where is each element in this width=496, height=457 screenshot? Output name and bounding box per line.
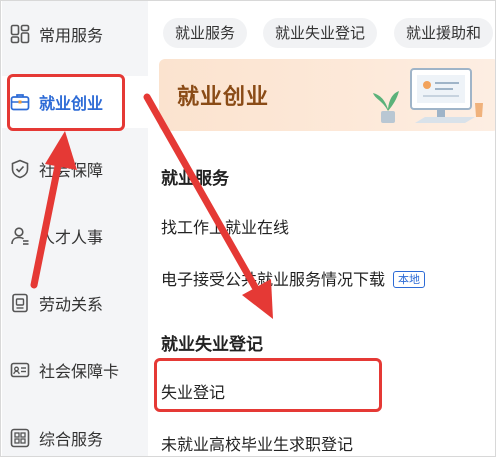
chip-employment-assistance[interactable]: 就业援助和	[394, 18, 494, 48]
category-banner: 就业创业	[159, 59, 495, 131]
sidebar-item-label: 社会保障卡	[39, 362, 120, 381]
link-graduate-job-registration[interactable]: 未就业高校毕业生求职登记	[161, 431, 353, 455]
person-icon	[11, 227, 29, 245]
sidebar-item-label: 常用服务	[39, 26, 104, 45]
sidebar-item-talent-personnel[interactable]: 人才人事	[2, 210, 148, 262]
category-sidebar: 常用服务 就业创业 社会保障 人才人事 劳动关系 社会保障卡 综合服务	[2, 1, 148, 456]
sidebar-item-label: 人才人事	[39, 228, 104, 247]
grid-icon	[10, 24, 30, 44]
section-title-employment-services: 就业服务	[161, 169, 229, 189]
id-card-icon	[10, 362, 30, 378]
document-icon	[12, 293, 28, 313]
sidebar-item-label: 社会保障	[39, 161, 104, 180]
app-frame: 常用服务 就业创业 社会保障 人才人事 劳动关系 社会保障卡 综合服务 就业服务…	[0, 0, 496, 457]
annotation-highlight-box	[7, 74, 125, 131]
shield-check-icon	[11, 159, 29, 179]
chip-employment-services[interactable]: 就业服务	[163, 18, 248, 48]
local-badge: 本地	[393, 271, 426, 288]
banner-title: 就业创业	[177, 85, 270, 110]
annotation-highlight-box	[154, 358, 382, 412]
sidebar-item-labor-relations[interactable]: 劳动关系	[2, 277, 148, 329]
computer-desk-illustration	[373, 68, 483, 123]
section-title-employment-registration: 就业失业登记	[161, 335, 263, 355]
sidebar-item-label: 劳动关系	[39, 295, 104, 314]
sidebar-item-label: 综合服务	[39, 430, 104, 449]
sidebar-item-general-services[interactable]: 综合服务	[2, 412, 148, 456]
sidebar-item-social-security-card[interactable]: 社会保障卡	[2, 344, 148, 396]
chip-employment-registration[interactable]: 就业失业登记	[263, 18, 378, 48]
link-job-search-online[interactable]: 找工作上就业在线	[161, 214, 289, 238]
sidebar-item-common-services[interactable]: 常用服务	[2, 8, 148, 60]
link-label: 电子接受公共就业服务情况下载	[161, 270, 386, 289]
apps-icon	[10, 428, 30, 448]
link-public-employment-service-download[interactable]: 电子接受公共就业服务情况下载 本地	[161, 266, 426, 290]
sidebar-item-social-security[interactable]: 社会保障	[2, 143, 148, 195]
